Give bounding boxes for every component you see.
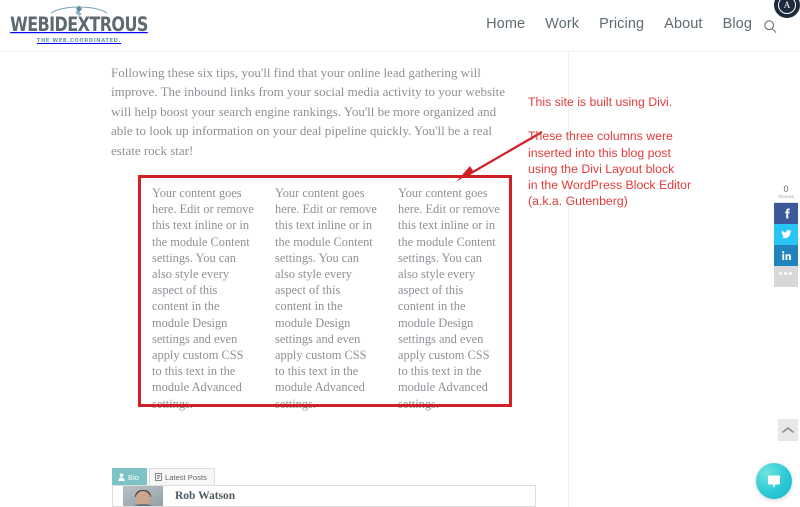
share-count-label: Shares	[778, 194, 794, 199]
facebook-icon	[781, 208, 792, 219]
page-root: WEBIDEXTROUS THE WEB.COORDINATED. Home W…	[0, 0, 800, 507]
account-badge-letter: A	[778, 0, 796, 14]
scroll-to-top-button[interactable]	[778, 419, 798, 441]
annotation-block-line-1: These three columns were	[528, 129, 673, 144]
ellipsis-icon: •••	[778, 267, 794, 280]
annotation-block-line-5: (a.k.a. Gutenberg)	[528, 194, 628, 209]
author-panel: Rob Watson	[112, 485, 536, 507]
share-count: 0 Shares	[774, 183, 798, 203]
tab-latest-posts-label: Latest Posts	[164, 472, 207, 482]
nav-item-blog[interactable]: Blog	[723, 16, 752, 32]
twitter-icon	[780, 229, 792, 240]
chat-bubble-icon	[765, 472, 783, 490]
site-header: WEBIDEXTROUS THE WEB.COORDINATED. Home W…	[0, 0, 800, 52]
twitter-share-button[interactable]	[774, 224, 798, 245]
social-share-bar: 0 Shares •••	[774, 183, 798, 287]
logo-wordmark: WEBIDEXTROUS	[10, 13, 148, 36]
author-tabs: Bio Latest Posts	[112, 468, 536, 485]
author-box: Bio Latest Posts Rob Watson	[112, 468, 536, 507]
chat-widget-button[interactable]	[756, 463, 792, 499]
more-share-button[interactable]: •••	[774, 266, 798, 287]
facebook-share-button[interactable]	[774, 203, 798, 224]
annotation-callout-text: This site is built using Divi. These thr…	[528, 94, 691, 210]
linkedin-share-button[interactable]	[774, 245, 798, 266]
chevron-up-icon	[782, 426, 794, 434]
annotation-block-line-3: using the Divi Layout block	[528, 161, 675, 176]
logo-tagline: THE WEB.COORDINATED.	[36, 37, 122, 44]
nav-item-home[interactable]: Home	[486, 16, 525, 32]
user-icon	[118, 473, 125, 481]
search-icon[interactable]	[763, 19, 778, 34]
site-logo[interactable]: WEBIDEXTROUS THE WEB.COORDINATED.	[10, 4, 148, 48]
author-name: Rob Watson	[175, 490, 236, 502]
annotation-block: These three columns were inserted into t…	[528, 128, 691, 209]
linkedin-icon	[781, 250, 792, 261]
annotation-line-1: This site is built using Divi.	[528, 95, 673, 109]
tab-bio[interactable]: Bio	[112, 468, 147, 485]
nav-item-about[interactable]: About	[664, 16, 702, 32]
nav-item-pricing[interactable]: Pricing	[599, 16, 644, 32]
nav-item-work[interactable]: Work	[545, 16, 579, 32]
annotation-block-line-4: in the WordPress Block Editor	[528, 178, 692, 193]
share-count-number: 0	[783, 184, 789, 194]
annotation-highlight-box	[138, 175, 512, 407]
avatar	[123, 486, 163, 506]
annotation-block-line-2: inserted into this blog post	[528, 145, 671, 160]
tab-latest-posts[interactable]: Latest Posts	[148, 468, 215, 485]
document-icon	[155, 473, 162, 481]
main-navigation: Home Work Pricing About Blog	[486, 16, 752, 32]
account-badge-icon[interactable]: A	[774, 0, 800, 18]
tab-bio-label: Bio	[128, 472, 139, 482]
